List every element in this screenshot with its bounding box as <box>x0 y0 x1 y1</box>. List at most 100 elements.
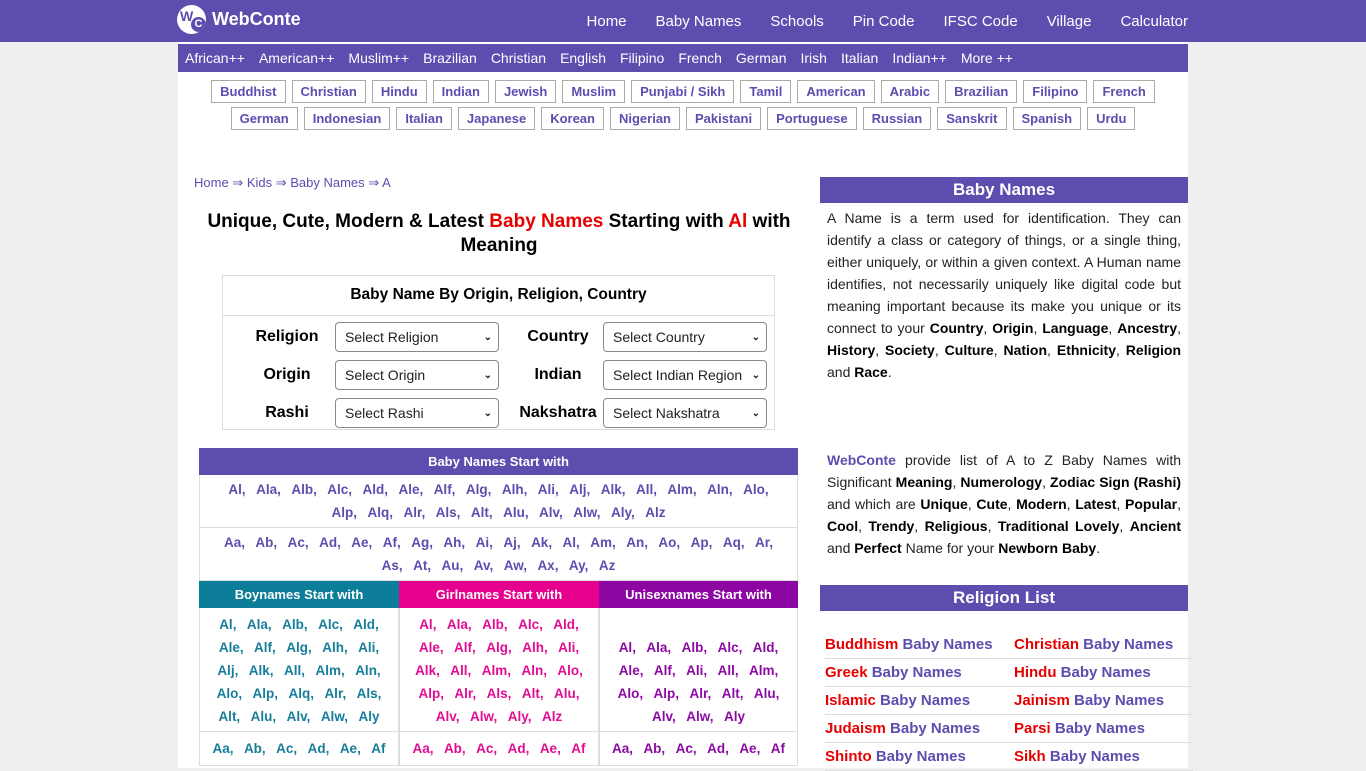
name-prefix-link[interactable]: Ab, <box>244 741 266 756</box>
name-prefix-link[interactable]: Ae, <box>739 741 760 756</box>
name-prefix-link[interactable]: Alu, <box>251 709 277 724</box>
name-prefix-link[interactable]: Ale, <box>419 640 444 655</box>
name-prefix-link[interactable]: Ale, <box>398 482 423 497</box>
name-prefix-link[interactable]: Au, <box>442 558 464 573</box>
religion-link-jainism[interactable]: Jainism Baby Names <box>1014 687 1193 715</box>
name-prefix-link[interactable]: Ald, <box>553 617 579 632</box>
subnav-italian[interactable]: Italian <box>841 50 878 66</box>
name-prefix-link[interactable]: Alo, <box>557 663 583 678</box>
name-prefix-link[interactable]: Aa, <box>224 535 245 550</box>
name-prefix-link[interactable]: Am, <box>590 535 616 550</box>
tag-indonesian[interactable]: Indonesian <box>303 107 391 130</box>
name-prefix-link[interactable]: Als, <box>487 686 512 701</box>
name-prefix-link[interactable]: Alr, <box>324 686 346 701</box>
nav-pin-code[interactable]: Pin Code <box>853 13 915 30</box>
tag-french[interactable]: French <box>1093 80 1155 103</box>
name-prefix-link[interactable]: Als, <box>357 686 382 701</box>
name-prefix-link[interactable]: Alv, <box>539 505 563 520</box>
name-prefix-link[interactable]: Aa, <box>612 741 633 756</box>
name-prefix-link[interactable]: Alb, <box>282 617 308 632</box>
name-prefix-link[interactable]: Alt, <box>722 686 744 701</box>
name-prefix-link[interactable]: Al, <box>563 535 580 550</box>
nav-schools[interactable]: Schools <box>770 13 823 30</box>
tag-pakistani[interactable]: Pakistani <box>686 107 762 130</box>
nav-ifsc-code[interactable]: IFSC Code <box>944 13 1018 30</box>
subnav-african[interactable]: African++ <box>185 50 245 66</box>
tag-spanish[interactable]: Spanish <box>1012 107 1082 130</box>
name-prefix-link[interactable]: Ad, <box>319 535 341 550</box>
name-prefix-link[interactable]: Alb, <box>482 617 508 632</box>
name-prefix-link[interactable]: Alk, <box>249 663 274 678</box>
name-prefix-link[interactable]: Alo, <box>217 686 243 701</box>
name-prefix-link[interactable]: Alw, <box>470 709 497 724</box>
name-prefix-link[interactable]: Aln, <box>707 482 733 497</box>
name-prefix-link[interactable]: Aln, <box>355 663 381 678</box>
name-prefix-link[interactable]: Alo, <box>743 482 769 497</box>
tag-buddhist[interactable]: Buddhist <box>211 80 286 103</box>
name-prefix-link[interactable]: Alo, <box>618 686 644 701</box>
name-prefix-link[interactable]: Als, <box>436 505 461 520</box>
name-prefix-link[interactable]: Alr, <box>689 686 711 701</box>
tag-urdu[interactable]: Urdu <box>1087 107 1136 130</box>
name-prefix-link[interactable]: Alu, <box>754 686 780 701</box>
name-prefix-link[interactable]: Alm, <box>315 663 344 678</box>
name-prefix-link[interactable]: Az <box>599 558 616 573</box>
name-prefix-link[interactable]: Ag, <box>411 535 433 550</box>
name-prefix-link[interactable]: Al, <box>619 640 636 655</box>
name-prefix-link[interactable]: As, <box>382 558 403 573</box>
name-prefix-link[interactable]: Alf, <box>434 482 456 497</box>
tag-portuguese[interactable]: Portuguese <box>767 107 857 130</box>
subnav-muslim[interactable]: Muslim++ <box>348 50 409 66</box>
name-prefix-link[interactable]: Alk, <box>415 663 440 678</box>
name-prefix-link[interactable]: Alv, <box>287 709 311 724</box>
name-prefix-link[interactable]: Ala, <box>247 617 272 632</box>
name-prefix-link[interactable]: Alm, <box>749 663 778 678</box>
name-prefix-link[interactable]: Aq, <box>723 535 745 550</box>
tag-nigerian[interactable]: Nigerian <box>609 107 680 130</box>
name-prefix-link[interactable]: Alw, <box>686 709 713 724</box>
tag-russian[interactable]: Russian <box>862 107 932 130</box>
name-prefix-link[interactable]: Ala, <box>447 617 472 632</box>
name-prefix-link[interactable]: Alf, <box>654 663 676 678</box>
name-prefix-link[interactable]: Ac, <box>288 535 309 550</box>
tag-brazilian[interactable]: Brazilian <box>945 80 1018 103</box>
name-prefix-link[interactable]: Alh, <box>522 640 548 655</box>
breadcrumb-baby-names[interactable]: Baby Names <box>290 175 364 190</box>
name-prefix-link[interactable]: Alz <box>542 709 562 724</box>
name-prefix-link[interactable]: Alg, <box>466 482 492 497</box>
religion-link-greek[interactable]: Greek Baby Names <box>825 659 1014 687</box>
name-prefix-link[interactable]: Ali, <box>358 640 379 655</box>
name-prefix-link[interactable]: Al, <box>228 482 245 497</box>
name-prefix-link[interactable]: Alp, <box>332 505 358 520</box>
name-prefix-link[interactable]: Alr, <box>454 686 476 701</box>
tag-muslim[interactable]: Muslim <box>562 80 626 103</box>
breadcrumb-a[interactable]: A <box>382 175 391 190</box>
name-prefix-link[interactable]: Alf, <box>454 640 476 655</box>
name-prefix-link[interactable]: Alv, <box>652 709 676 724</box>
name-prefix-link[interactable]: Alp, <box>418 686 444 701</box>
indian-select[interactable]: Select Indian Region ⌄ <box>603 360 767 390</box>
subnav-german[interactable]: German <box>736 50 787 66</box>
subnav-filipino[interactable]: Filipino <box>620 50 664 66</box>
tag-sanskrit[interactable]: Sanskrit <box>937 107 1007 130</box>
tag-italian[interactable]: Italian <box>396 107 452 130</box>
subnav-christian[interactable]: Christian <box>491 50 546 66</box>
name-prefix-link[interactable]: Alb, <box>291 482 317 497</box>
subnav-french[interactable]: French <box>678 50 722 66</box>
name-prefix-link[interactable]: Ap, <box>691 535 713 550</box>
name-prefix-link[interactable]: An, <box>626 535 648 550</box>
name-prefix-link[interactable]: Ae, <box>540 741 561 756</box>
name-prefix-link[interactable]: Al, <box>419 617 436 632</box>
name-prefix-link[interactable]: At, <box>413 558 431 573</box>
rashi-select[interactable]: Select Rashi ⌄ <box>335 398 499 428</box>
name-prefix-link[interactable]: Alc, <box>518 617 543 632</box>
religion-link-buddhism[interactable]: Buddhism Baby Names <box>825 631 1014 659</box>
name-prefix-link[interactable]: Alg, <box>286 640 312 655</box>
name-prefix-link[interactable]: Alp, <box>253 686 279 701</box>
name-prefix-link[interactable]: Aly <box>359 709 380 724</box>
name-prefix-link[interactable]: Alu, <box>503 505 529 520</box>
name-prefix-link[interactable]: Alf, <box>254 640 276 655</box>
nav-home[interactable]: Home <box>587 13 627 30</box>
name-prefix-link[interactable]: Alj, <box>217 663 238 678</box>
name-prefix-link[interactable]: Aln, <box>521 663 547 678</box>
